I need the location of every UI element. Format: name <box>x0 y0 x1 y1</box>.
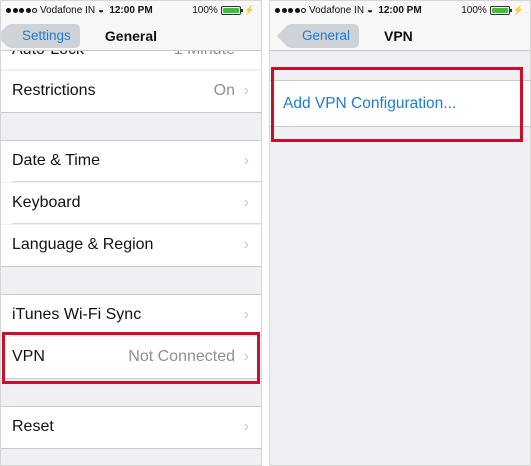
chevron-right-icon: › <box>243 236 249 253</box>
vpn-row[interactable]: VPN Not Connected › <box>1 337 261 378</box>
status-bar: Vodafone IN ◒ 12:00 PM 100% ⚡ <box>270 1 530 21</box>
row-value: 1 Minute <box>174 51 235 59</box>
row-label: VPN <box>12 348 45 365</box>
chevron-right-icon: › <box>243 306 249 323</box>
restrictions-row[interactable]: Restrictions On › <box>1 71 261 112</box>
battery-icon <box>220 6 243 15</box>
charging-icon: ⚡ <box>243 5 255 15</box>
chevron-right-icon: › <box>243 194 249 211</box>
back-button-label: Settings <box>22 28 71 43</box>
auto-lock-row[interactable]: Auto-Lock 1 Minute <box>1 51 261 69</box>
chevron-right-icon: › <box>243 82 249 99</box>
back-button-label: General <box>302 28 351 43</box>
back-button-settings[interactable]: Settings <box>6 24 80 48</box>
date-time-row[interactable]: Date & Time › <box>1 141 261 182</box>
row-label: Reset <box>12 418 54 435</box>
page-title: VPN <box>384 28 413 44</box>
keyboard-row[interactable]: Keyboard › <box>1 183 261 224</box>
row-label: Auto-Lock <box>12 51 84 59</box>
add-vpn-configuration-link[interactable]: Add VPN Configuration... <box>283 95 456 113</box>
itunes-wifi-sync-row[interactable]: iTunes Wi-Fi Sync › <box>1 295 261 336</box>
chevron-right-icon: › <box>243 418 249 435</box>
row-label: iTunes Wi-Fi Sync <box>12 306 142 323</box>
battery-percent: 100% <box>461 5 487 16</box>
battery-percent: 100% <box>192 5 218 16</box>
vpn-status-value: Not Connected <box>128 348 235 365</box>
row-label: Restrictions <box>12 82 96 99</box>
chevron-right-icon: › <box>243 152 249 169</box>
general-settings-screen: Vodafone IN ◒ 12:00 PM 100% ⚡ Settings G… <box>0 0 262 466</box>
battery-icon <box>489 6 512 15</box>
battery-info: 100% ⚡ <box>192 5 255 16</box>
row-label: Language & Region <box>12 236 154 253</box>
chevron-right-icon: › <box>243 348 249 365</box>
back-button-general[interactable]: General <box>286 24 360 48</box>
charging-icon: ⚡ <box>512 5 524 15</box>
row-label: Date & Time <box>12 152 101 169</box>
vpn-screen: Vodafone IN ◒ 12:00 PM 100% ⚡ General VP… <box>269 0 531 466</box>
nav-bar: Settings General <box>1 21 261 51</box>
nav-bar: General VPN <box>270 21 530 51</box>
row-label: Keyboard <box>12 194 81 211</box>
language-region-row[interactable]: Language & Region › <box>1 225 261 266</box>
add-vpn-configuration-row[interactable]: Add VPN Configuration... <box>270 81 530 126</box>
reset-row[interactable]: Reset › <box>1 407 261 448</box>
row-value: On <box>213 82 235 99</box>
status-bar: Vodafone IN ◒ 12:00 PM 100% ⚡ <box>1 1 261 21</box>
battery-info: 100% ⚡ <box>461 5 524 16</box>
